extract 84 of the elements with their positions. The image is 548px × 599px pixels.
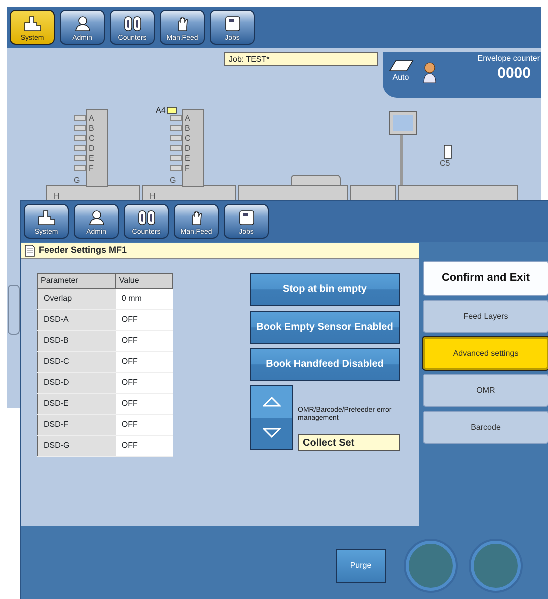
paper-icon: [167, 107, 177, 114]
tray-slot: [74, 145, 86, 151]
round-button[interactable]: [471, 541, 521, 591]
table-cell: DSD-G: [38, 436, 116, 456]
hand-icon: [190, 210, 204, 226]
station-label: B: [89, 125, 94, 133]
table-cell: OFF: [116, 352, 172, 372]
setting-button[interactable]: Book Handfeed Disabled: [250, 348, 400, 381]
tray-slot: [74, 165, 86, 171]
value-field: Collect Set: [298, 434, 400, 451]
tray-slot: [74, 125, 86, 131]
menu-tab[interactable]: Feed Layers: [423, 300, 548, 333]
round-button[interactable]: [406, 541, 456, 591]
station-label: C: [185, 135, 191, 143]
tray-slot: [170, 145, 182, 151]
table-cell: DSD-E: [38, 394, 116, 414]
table-cell: OFF: [116, 436, 172, 456]
envelope-icon: [444, 145, 452, 159]
column-header: Value: [116, 274, 172, 288]
table-cell: OFF: [116, 330, 172, 352]
machine-icon: [38, 210, 56, 226]
menu-tab[interactable]: OMR: [423, 374, 548, 407]
digits-icon: [138, 210, 156, 226]
station-label: D: [185, 145, 191, 153]
tray-label: G: [170, 177, 176, 185]
table-cell: DSD-C: [38, 352, 116, 372]
table-cell: DSD-D: [38, 372, 116, 394]
station-label: A: [185, 115, 190, 123]
envelope-size-label: C5: [440, 160, 450, 168]
tray-slot: [170, 155, 182, 161]
table-cell: OFF: [116, 372, 172, 394]
mode-label: Auto: [392, 72, 410, 84]
panel-title: Feeder Settings MF1: [39, 244, 128, 257]
station-label: A: [89, 115, 94, 123]
setting-button[interactable]: Stop at bin empty: [250, 273, 400, 306]
column-header: Parameter: [38, 274, 116, 288]
envelope-icon: [388, 60, 414, 72]
hand-icon: [176, 16, 190, 32]
tray-slot: [170, 115, 182, 121]
station-label: C: [89, 135, 95, 143]
menu-tab[interactable]: Barcode: [423, 411, 548, 444]
table-cell: DSD-A: [38, 310, 116, 330]
digits-icon: [124, 16, 142, 32]
table-cell: DSD-B: [38, 330, 116, 352]
table-cell: Overlap: [38, 288, 116, 310]
document-icon: [25, 244, 35, 256]
base-label: H: [150, 193, 156, 201]
tray-slot: [74, 155, 86, 161]
up-arrow-icon: [262, 396, 280, 407]
job-label: Job: TEST*: [224, 52, 378, 66]
side-tab[interactable]: [8, 285, 20, 335]
base-label: H: [54, 193, 60, 201]
tray-label: G: [74, 177, 80, 185]
table-cell: OFF: [116, 394, 172, 414]
table-cell: OFF: [116, 310, 172, 330]
counter-value: 0000: [498, 64, 531, 84]
table-cell: OFF: [116, 414, 172, 436]
up-button[interactable]: [251, 386, 292, 418]
tray-slot: [170, 165, 182, 171]
person-icon: [88, 210, 104, 226]
station-label: B: [185, 125, 190, 133]
purge-button[interactable]: Purge: [336, 549, 386, 583]
tray-slot: [170, 125, 182, 131]
station-label: F: [89, 165, 94, 173]
setting-button[interactable]: Book Empty Sensor Enabled: [250, 310, 400, 344]
document-icon: [238, 210, 254, 226]
menu-tab[interactable]: Advanced settings: [423, 337, 548, 370]
tray-slot: [74, 115, 86, 121]
station-label: E: [89, 155, 94, 163]
tray-slot: [170, 135, 182, 141]
confirm-button[interactable]: Confirm and Exit: [423, 261, 548, 296]
station-label: E: [185, 155, 190, 163]
paper-size-label: A4: [156, 107, 166, 115]
station-label: D: [89, 145, 95, 153]
machine-icon: [24, 16, 42, 32]
tray-slot: [74, 135, 86, 141]
operator-icon: [423, 62, 437, 84]
station-label: F: [185, 165, 190, 173]
document-icon: [224, 16, 240, 32]
person-icon: [74, 16, 90, 32]
table-cell: DSD-F: [38, 414, 116, 436]
down-arrow-icon: [262, 428, 280, 438]
counter-label: Envelope counter: [478, 53, 540, 65]
table-cell: 0 mm: [116, 288, 172, 310]
